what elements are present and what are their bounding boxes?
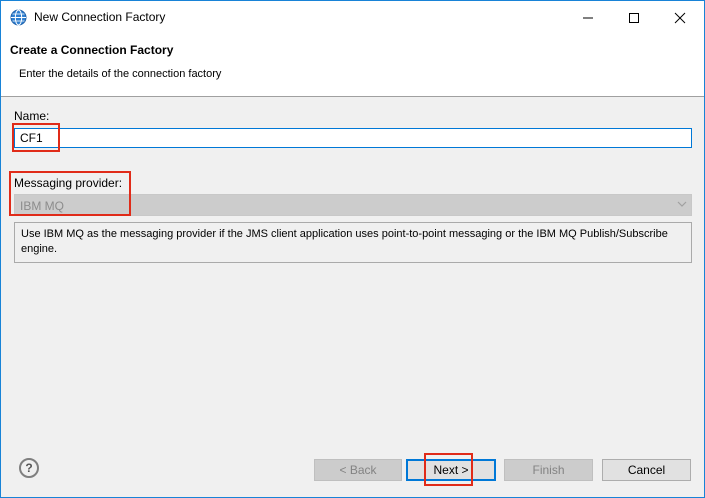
title-bar: New Connection Factory xyxy=(1,1,704,34)
dialog-window: New Connection Factory Create a Connecti… xyxy=(0,0,705,498)
close-icon xyxy=(674,12,686,23)
globe-icon xyxy=(10,9,27,26)
messaging-provider-label: Messaging provider: xyxy=(14,176,123,190)
minimize-icon xyxy=(583,17,593,18)
page-title: Create a Connection Factory xyxy=(10,43,174,57)
maximize-button[interactable] xyxy=(611,1,657,34)
name-label: Name: xyxy=(14,109,50,123)
close-button[interactable] xyxy=(657,1,703,34)
maximize-icon xyxy=(629,12,639,23)
cancel-button[interactable]: Cancel xyxy=(602,459,691,481)
minimize-button[interactable] xyxy=(565,1,611,34)
next-button[interactable]: Next > xyxy=(406,459,496,481)
help-button[interactable]: ? xyxy=(19,458,39,478)
name-input[interactable] xyxy=(14,128,692,148)
messaging-provider-value: IBM MQ xyxy=(20,199,64,213)
messaging-provider-select[interactable]: IBM MQ xyxy=(14,194,692,216)
finish-button[interactable]: Finish xyxy=(504,459,593,481)
window-title: New Connection Factory xyxy=(34,10,166,24)
back-button[interactable]: < Back xyxy=(314,459,402,481)
provider-description: Use IBM MQ as the messaging provider if … xyxy=(14,222,692,263)
chevron-down-icon xyxy=(677,201,687,207)
wizard-header: Create a Connection Factory Enter the de… xyxy=(1,34,704,97)
page-subtitle: Enter the details of the connection fact… xyxy=(19,68,222,80)
